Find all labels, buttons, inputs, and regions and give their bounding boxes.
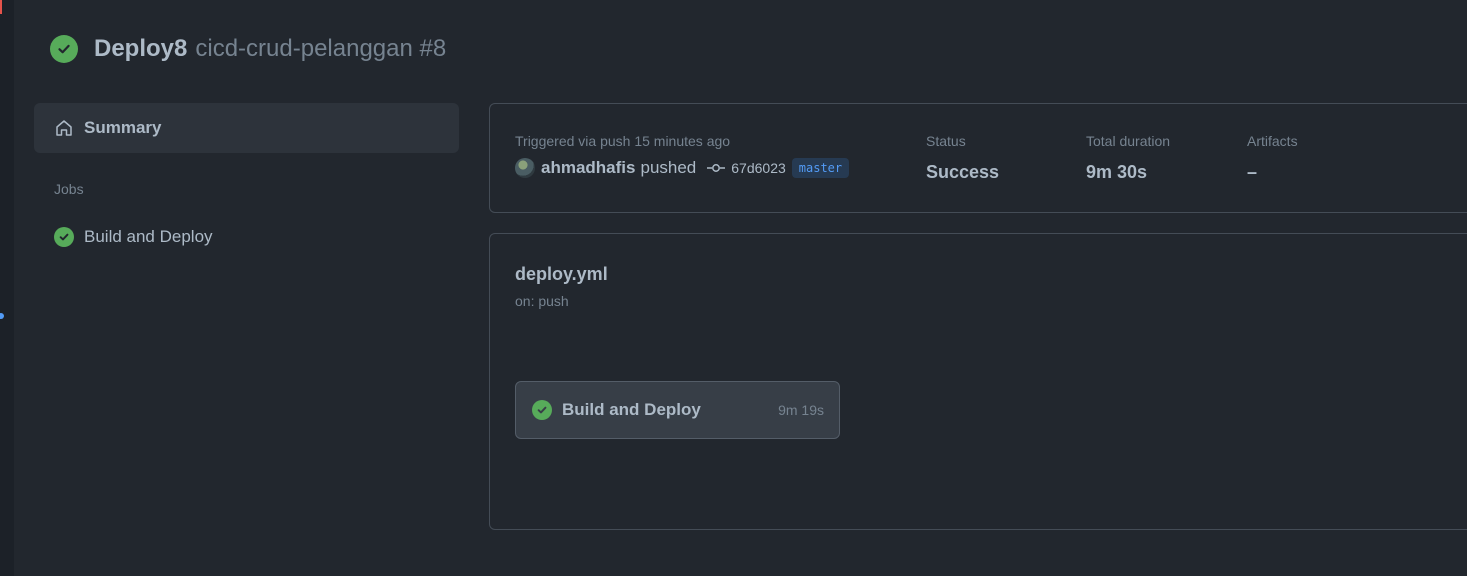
push-action: pushed <box>640 158 697 177</box>
artifacts-info: Artifacts – <box>1247 133 1298 184</box>
duration-info: Total duration 9m 30s <box>1086 133 1170 184</box>
run-header: Deploy8 cicd-crud-pelanggan #8 <box>50 34 446 64</box>
commit-sha-link[interactable]: 67d6023 <box>731 160 786 176</box>
notification-dot <box>0 313 4 319</box>
trigger-info: Triggered via push 15 minutes ago ahmadh… <box>515 133 850 178</box>
sidebar-item-build-and-deploy[interactable]: Build and Deploy <box>54 227 459 247</box>
status-caption: Status <box>926 133 966 149</box>
activity-bar <box>0 0 14 576</box>
job-node-build-and-deploy[interactable]: Build and Deploy 9m 19s <box>515 381 840 439</box>
trigger-caption: Triggered via push 15 minutes ago <box>515 133 731 149</box>
activity-indicator <box>0 0 2 14</box>
check-circle-icon <box>54 227 74 247</box>
artifacts-value: – <box>1247 161 1258 182</box>
home-icon <box>54 118 74 138</box>
status-value: Success <box>926 161 1000 182</box>
workflow-name[interactable]: Deploy8 <box>94 35 187 63</box>
sidebar-item-label: Build and Deploy <box>84 227 213 246</box>
job-node-name: Build and Deploy <box>562 400 701 419</box>
sidebar: Summary Jobs Build and Deploy <box>34 103 459 247</box>
sidebar-item-summary[interactable]: Summary <box>34 103 459 153</box>
workflow-graph-card: deploy.yml on: push Build and Deploy 9m … <box>489 233 1467 530</box>
git-commit-icon <box>707 162 726 174</box>
sidebar-item-label: Summary <box>84 118 162 137</box>
branch-badge[interactable]: master <box>791 158 850 178</box>
workflow-trigger: on: push <box>515 293 569 309</box>
duration-value: 9m 30s <box>1086 161 1148 182</box>
run-title: cicd-crud-pelanggan #8 <box>195 35 447 62</box>
artifacts-caption: Artifacts <box>1247 133 1298 149</box>
avatar[interactable] <box>515 158 535 178</box>
run-info-card: Triggered via push 15 minutes ago ahmadh… <box>489 103 1467 213</box>
duration-caption: Total duration <box>1086 133 1171 149</box>
user-link[interactable]: ahmadhafis <box>541 158 635 178</box>
workflow-file-name: deploy.yml <box>515 264 608 284</box>
jobs-heading: Jobs <box>54 181 84 197</box>
job-node-duration: 9m 19s <box>778 402 824 418</box>
status-info: Status Success <box>926 133 999 184</box>
check-circle-icon <box>532 400 552 420</box>
check-circle-icon <box>50 35 78 63</box>
